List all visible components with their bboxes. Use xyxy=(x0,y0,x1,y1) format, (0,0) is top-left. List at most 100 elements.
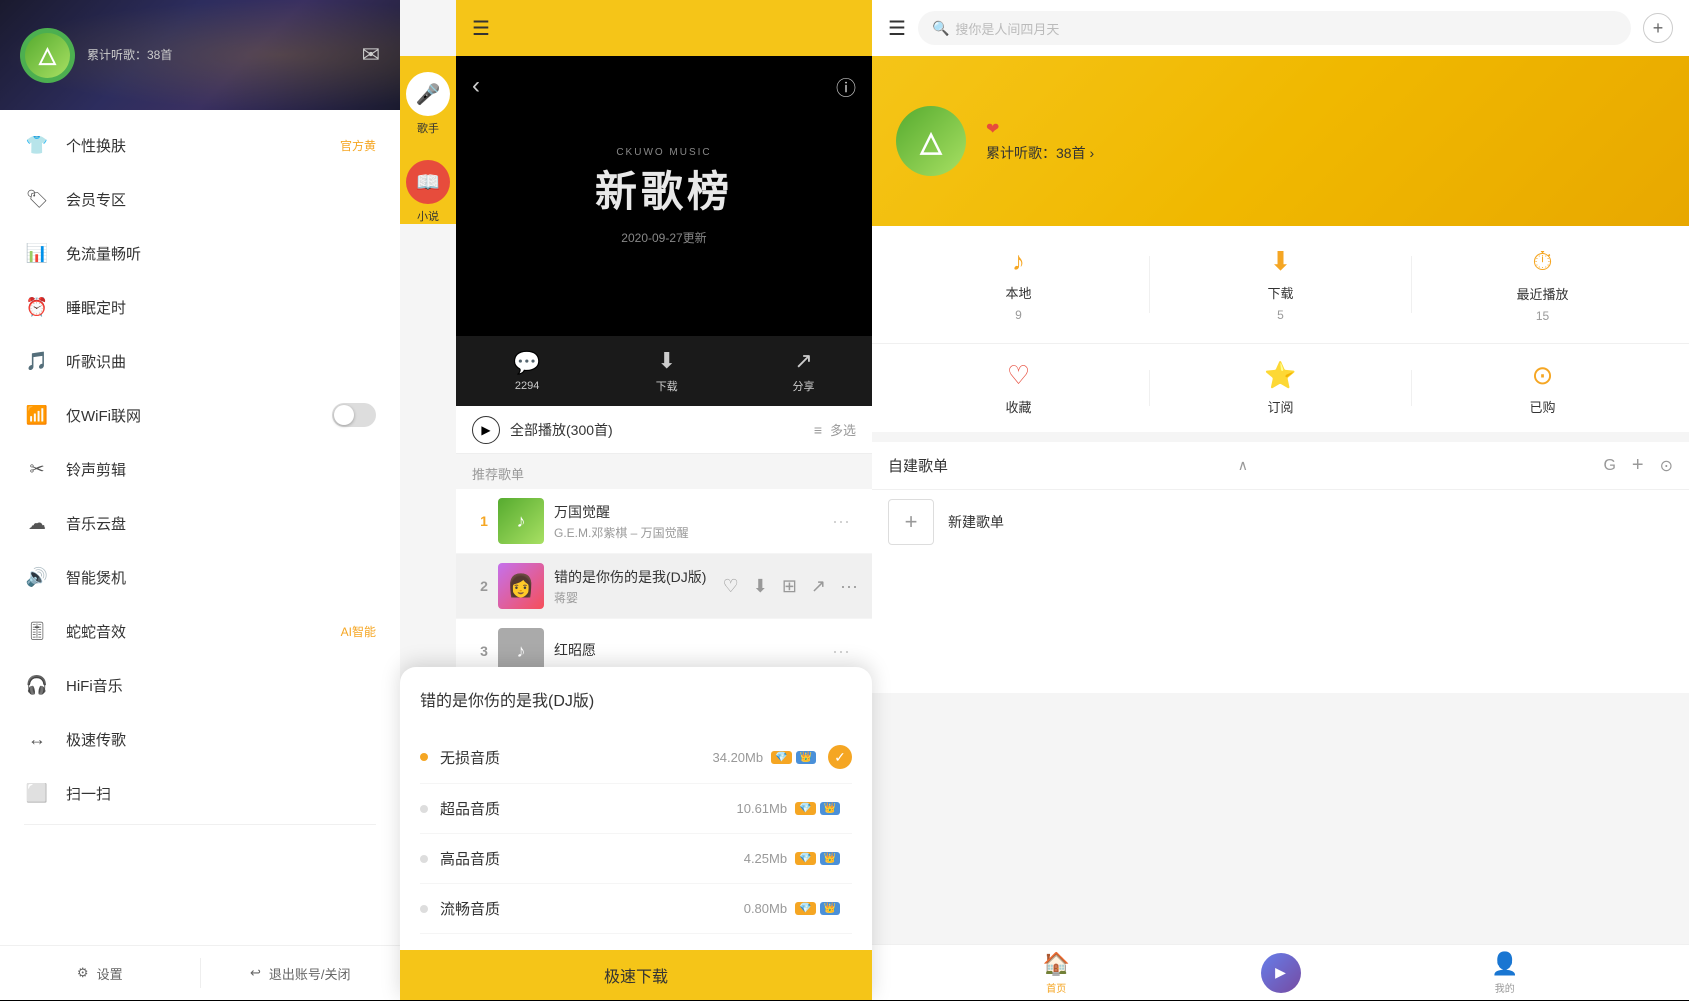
search-bar[interactable]: 🔍 搜你是人间四月天 xyxy=(918,11,1631,45)
list-item[interactable]: 无损音质 34.20Mb 💎 👑 ✓ xyxy=(420,731,852,784)
more-song-button[interactable]: ··· xyxy=(840,576,858,597)
recent-stat[interactable]: ⏱ 最近播放 15 xyxy=(1412,246,1673,323)
song-thumbnail: ♪ xyxy=(498,498,544,544)
mail-icon[interactable]: ✉ xyxy=(362,42,380,68)
download-count: 5 xyxy=(1277,308,1284,322)
more-button[interactable]: ··· xyxy=(824,507,858,536)
sidebar-header: △ 累计听歌：38首 ✉ xyxy=(0,0,400,110)
subscribe-label: 订阅 xyxy=(1267,397,1293,416)
sidebar-item-smart_speaker[interactable]: 🔊 智能煲机 xyxy=(0,550,400,604)
local-stat[interactable]: ♪ 本地 9 xyxy=(888,246,1149,323)
sidebar-item-sleep_timer[interactable]: ⏰ 睡眠定时 xyxy=(0,280,400,334)
purchased-icon: ⊙ xyxy=(1532,360,1554,391)
playlist-settings-button[interactable]: ⊙ xyxy=(1660,456,1673,476)
user-info: ❤ 累计听歌：38首 › xyxy=(986,119,1094,163)
table-row[interactable]: 1 ♪ 万国觉醒 G.E.M.邓紫棋 – 万国觉醒 ··· xyxy=(456,489,872,553)
novel-tab[interactable]: 📖 小说 xyxy=(406,160,450,224)
sidebar-item-vip[interactable]: 🏷 会员专区 xyxy=(0,172,400,226)
avatar[interactable]: △ xyxy=(20,28,75,83)
menu-icon-sleep_timer: ⏰ xyxy=(24,294,50,320)
user-listen-count[interactable]: 累计听歌：38首 › xyxy=(986,145,1094,161)
search-icon: 🔍 xyxy=(932,20,949,37)
download-song-button[interactable]: ⬇ xyxy=(753,576,768,597)
list-item[interactable]: 高品音质 4.25Mb 💎 👑 xyxy=(420,834,852,884)
avatar-inner: △ xyxy=(25,33,70,78)
settings-button[interactable]: ⚙ 设置 xyxy=(0,946,200,1000)
song-artist: G.E.M.邓紫棋 – 万国觉醒 xyxy=(554,524,824,541)
share-song-button[interactable]: ↗ xyxy=(811,576,826,597)
add-playlist-button[interactable]: + xyxy=(1632,454,1644,477)
quality-dot-smooth xyxy=(420,905,428,913)
sidebar-item-wifi_only[interactable]: 📶 仅WiFi联网 xyxy=(0,388,400,442)
song-thumbnail: 👩 xyxy=(498,563,544,609)
recent-count: 15 xyxy=(1536,309,1549,323)
back-button[interactable]: ‹ xyxy=(472,72,480,100)
play-all-button[interactable]: ▶ xyxy=(472,416,500,444)
sidebar-item-hifi[interactable]: 🎧 HiFi音乐 xyxy=(0,658,400,712)
download-stat[interactable]: ⬇ 下载 5 xyxy=(1150,246,1411,323)
sidebar-item-free_traffic[interactable]: 📊 免流量畅听 xyxy=(0,226,400,280)
popup-download-button[interactable]: 极速下载 xyxy=(400,950,872,1000)
user-avatar[interactable]: △ xyxy=(896,106,966,176)
menu-label-vip: 会员专区 xyxy=(66,189,376,210)
menu-icon-skin: 👕 xyxy=(24,132,50,158)
quality-dot-lossless xyxy=(420,753,428,761)
menu-label-recognize: 听歌识曲 xyxy=(66,351,376,372)
add-button[interactable]: + xyxy=(1643,13,1673,43)
sidebar-item-recognize[interactable]: 🎵 听歌识曲 xyxy=(0,334,400,388)
menu-label-snake_effect: 蛇蛇音效 xyxy=(66,621,341,642)
sidebar-item-fast_transfer[interactable]: ↔ 极速传歌 xyxy=(0,712,400,766)
my-nav-item[interactable]: 👤 我的 xyxy=(1321,951,1689,995)
purchased-stat[interactable]: ⊙ 已购 xyxy=(1412,360,1673,416)
table-row[interactable]: 2 👩 错的是你伤的是我(DJ版) 蒋婴 ♡ ⬇ ⊞ ↗ ··· xyxy=(456,554,872,618)
right-menu-icon[interactable]: ☰ xyxy=(888,16,906,41)
menu-icon-recognize: 🎵 xyxy=(24,348,50,374)
multi-select-button[interactable]: 多选 xyxy=(830,420,856,439)
sidebar-item-scan[interactable]: ⬜ 扫一扫 xyxy=(0,766,400,820)
home-nav-item[interactable]: 🏠 首页 xyxy=(872,951,1241,995)
logout-icon: ↩ xyxy=(250,965,261,981)
sidebar-item-skin[interactable]: 👕 个性换肤 官方黄 xyxy=(0,118,400,172)
quality-size: 10.61Mb xyxy=(737,801,788,816)
comment-action[interactable]: 💬 2294 xyxy=(513,350,540,392)
now-playing-button[interactable]: ▶ xyxy=(1241,945,1321,1001)
menu-label-skin: 个性换肤 xyxy=(66,135,340,156)
more-button[interactable]: ··· xyxy=(824,637,858,666)
logout-button[interactable]: ↩ 退出账号/关闭 xyxy=(201,946,401,1000)
sync-icon[interactable]: G xyxy=(1603,457,1615,475)
sidebar-item-cloud[interactable]: ☁ 音乐云盘 xyxy=(0,496,400,550)
listen-count: 累计听歌：38首 xyxy=(87,48,172,62)
share-action[interactable]: ↗ 分享 xyxy=(793,348,815,394)
favorite-button[interactable]: ♡ xyxy=(723,576,739,597)
chart-panel: 🎤 歌手 📖 小说 ☰ ‹ CKUWO MUSIC 新歌榜 2020-09-27… xyxy=(400,0,872,1000)
favorite-stat[interactable]: ♡ 收藏 xyxy=(888,360,1149,416)
right-header: ☰ 🔍 搜你是人间四月天 + xyxy=(872,0,1689,56)
quality-size: 0.80Mb xyxy=(744,901,787,916)
recent-icon: ⏱ xyxy=(1532,246,1552,278)
list-item[interactable]: 超品音质 10.61Mb 💎 👑 xyxy=(420,784,852,834)
header-info: 累计听歌：38首 xyxy=(87,46,172,64)
wifi-toggle[interactable] xyxy=(332,403,376,427)
chart-header: ☰ xyxy=(456,0,872,56)
novel-cover: 📖 xyxy=(406,160,450,204)
search-placeholder: 搜你是人间四月天 xyxy=(955,19,1059,38)
chart-menu-icon[interactable]: ☰ xyxy=(472,16,490,41)
settings-icon: ⚙ xyxy=(77,965,89,981)
sidebar-item-ringtone[interactable]: ✂ 铃声剪辑 xyxy=(0,442,400,496)
sidebar-item-snake_effect[interactable]: 🎚 蛇蛇音效 AI智能 xyxy=(0,604,400,658)
sort-icon[interactable]: ≡ xyxy=(814,422,822,438)
menu-label-hifi: HiFi音乐 xyxy=(66,675,376,696)
list-item[interactable]: 流畅音质 0.80Mb 💎 👑 xyxy=(420,884,852,934)
song-name: 万国觉醒 xyxy=(554,502,824,522)
new-playlist-item[interactable]: + 新建歌单 xyxy=(872,490,1689,554)
singer-tab[interactable]: 🎤 歌手 xyxy=(406,72,450,136)
download-action[interactable]: ⬇ 下载 xyxy=(656,348,678,394)
info-button[interactable]: ⓘ xyxy=(836,72,856,101)
collapse-icon[interactable]: ∧ xyxy=(1238,457,1588,474)
song-info: 红昭愿 xyxy=(554,640,824,662)
song-name: 红昭愿 xyxy=(554,640,824,660)
add-to-list-button[interactable]: ⊞ xyxy=(782,576,797,597)
subscribe-stat[interactable]: ⭐ 订阅 xyxy=(1150,360,1411,416)
local-count: 9 xyxy=(1015,308,1022,322)
subscribe-icon: ⭐ xyxy=(1264,360,1296,391)
